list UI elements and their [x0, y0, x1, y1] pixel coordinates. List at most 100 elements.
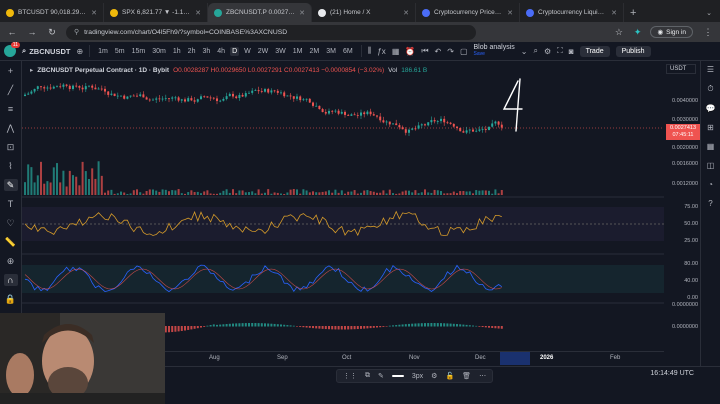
templates-icon[interactable]: ⧉	[365, 372, 370, 380]
reload-icon[interactable]: ↻	[46, 27, 58, 38]
trash-icon[interactable]: 🗑	[462, 372, 471, 380]
timeframe-W[interactable]: W	[242, 47, 253, 56]
fib-icon[interactable]: ≡	[4, 103, 18, 115]
tab-close-icon[interactable]: ✕	[195, 9, 201, 17]
publish-button[interactable]: Publish	[615, 45, 651, 57]
timeframe-2h[interactable]: 2h	[186, 47, 198, 56]
browser-tab[interactable]: Cryptocurrency Liquidation ... ✕	[520, 3, 624, 22]
ideas-icon[interactable]: ⊞	[707, 123, 714, 132]
pen-icon[interactable]: ✎	[3, 179, 18, 191]
currency-select[interactable]: USDT	[666, 64, 696, 74]
legend-collapse-icon[interactable]: ▸	[30, 66, 33, 74]
layout-name[interactable]: Blob analysis Save	[474, 44, 515, 58]
alerts-clock-icon[interactable]: ⏱	[707, 84, 713, 94]
browser-tab-active[interactable]: ZBCNUSDT.P 0.0027413 ▼... ✕	[208, 3, 312, 22]
chat-icon[interactable]: 💬	[706, 104, 716, 113]
tab-close-icon[interactable]: ✕	[299, 9, 305, 17]
site-info-icon[interactable]: ⚲	[74, 28, 79, 36]
heart-icon[interactable]: ♡	[4, 217, 18, 229]
profile-icon: ◉	[657, 29, 664, 36]
symbol-search[interactable]: ⌕ ZBCNUSDT	[22, 46, 70, 56]
browser-tab[interactable]: Cryptocurrency Prices, Chart... ✕	[416, 3, 520, 22]
pen-color-icon[interactable]: ✎	[378, 372, 384, 380]
stroke-width-label[interactable]: 3px	[412, 373, 423, 380]
timeframe-3W[interactable]: 3W	[273, 47, 288, 56]
tab-close-icon[interactable]: ✕	[611, 9, 617, 17]
text-icon[interactable]: T	[4, 198, 18, 210]
lock-icon[interactable]: 🔒	[4, 293, 18, 305]
indicators-icon[interactable]: ƒx	[377, 47, 385, 56]
candle-body	[158, 98, 161, 100]
timeframe-1m[interactable]: 1m	[96, 47, 110, 56]
chevron-down-icon[interactable]: ⌄	[521, 47, 528, 56]
magnet-icon[interactable]: ∩	[3, 274, 18, 286]
fullscreen-icon[interactable]: ⛶	[557, 46, 563, 56]
volume-bar	[500, 189, 503, 195]
tab-close-icon[interactable]: ✕	[403, 9, 409, 17]
compare-add-icon[interactable]: ⊕	[76, 47, 83, 56]
extension-icon[interactable]: ✦	[634, 27, 642, 38]
tab-close-icon[interactable]: ✕	[91, 9, 97, 17]
url-input[interactable]: ⚲ tradingview.com/chart/O4l5Fh9/?symbol=…	[66, 24, 476, 40]
timeframe-2W[interactable]: 2W	[256, 47, 271, 56]
settings-icon[interactable]: ⚙	[544, 47, 551, 56]
browser-tab[interactable]: SPX 6,821.77 ▼ -1.15% Blo...✕	[104, 3, 208, 22]
timeframe-2M[interactable]: 2M	[307, 47, 321, 56]
trend-line-icon[interactable]: ╱	[4, 84, 18, 96]
redo-icon[interactable]: ↷	[447, 47, 454, 56]
volume-bar	[420, 192, 423, 195]
timeframe-6M[interactable]: 6M	[341, 47, 355, 56]
tab-close-icon[interactable]: ✕	[507, 9, 513, 17]
timeframe-5m[interactable]: 5m	[113, 47, 127, 56]
trade-button[interactable]: Trade	[579, 45, 610, 57]
browser-tab[interactable]: BTCUSDT 90,018.29 ▼ -2.71% ...✕	[0, 3, 104, 22]
timeframe-3M[interactable]: 3M	[324, 47, 338, 56]
drag-handle-icon[interactable]: ⋮⋮	[343, 372, 357, 380]
notifications-icon[interactable]: ◔	[708, 180, 713, 189]
templates-icon[interactable]: ▦	[392, 47, 400, 56]
tab-search-icon[interactable]: ⌄	[698, 3, 720, 22]
browser-tab[interactable]: (21) Home / X ✕	[312, 3, 416, 22]
lock-icon[interactable]: 🔓	[445, 372, 454, 380]
crosshair-icon[interactable]: +	[4, 65, 18, 77]
menu-kebab-icon[interactable]: ⋮	[702, 27, 714, 38]
zoom-icon[interactable]: ⊕	[4, 255, 18, 267]
more-icon[interactable]: ⋯	[479, 372, 486, 380]
timeframe-30m[interactable]: 30m	[150, 47, 168, 56]
user-avatar[interactable]: 11	[4, 42, 20, 57]
volume-bar	[184, 193, 186, 195]
watchlist-icon[interactable]: ☰	[707, 65, 714, 74]
settings-icon[interactable]: ⚙	[431, 372, 437, 380]
timeframe-D[interactable]: D	[230, 46, 240, 56]
replay-icon[interactable]: ⏮	[421, 46, 428, 56]
alert-icon[interactable]: ⏰	[405, 47, 415, 56]
timeframe-15m[interactable]: 15m	[130, 47, 148, 56]
pattern-icon[interactable]: ⋀	[4, 122, 18, 134]
volume-bar	[171, 190, 174, 195]
layout-icon[interactable]: ▢	[460, 47, 468, 56]
news-icon[interactable]: ◫	[707, 161, 715, 170]
forward-icon[interactable]: →	[26, 27, 38, 37]
volume-bar	[440, 191, 442, 195]
candle-body	[164, 98, 167, 100]
new-tab-icon[interactable]: +	[624, 3, 642, 22]
help-icon[interactable]: ?	[708, 199, 712, 208]
sign-in-button[interactable]: ◉ Sign in	[650, 26, 693, 38]
brush-icon[interactable]: ⌇	[4, 160, 18, 172]
timeframe-4h[interactable]: 4h	[215, 47, 227, 56]
prediction-icon[interactable]: ⊡	[4, 141, 18, 153]
utc-clock[interactable]: 16:14:49 UTC	[650, 370, 694, 377]
undo-icon[interactable]: ↶	[435, 47, 442, 56]
ruler-icon[interactable]: 📏	[4, 236, 18, 248]
price-scale[interactable]: USDT 0.0040000 0.0030000 0.0027413 07:45:…	[664, 61, 700, 351]
timeframe-1h[interactable]: 1h	[171, 47, 183, 56]
calendar-icon[interactable]: ▦	[707, 142, 715, 151]
timeframe-1M[interactable]: 1M	[291, 47, 305, 56]
quick-search-icon[interactable]: ⌕	[533, 46, 537, 56]
chart-type-icon[interactable]: ⫼	[368, 46, 372, 56]
stroke-preview[interactable]	[391, 375, 404, 377]
camera-icon[interactable]: ◙	[569, 47, 574, 56]
bookmark-star-icon[interactable]: ☆	[613, 27, 625, 38]
back-icon[interactable]: ←	[6, 27, 18, 37]
timeframe-3h[interactable]: 3h	[200, 47, 212, 56]
